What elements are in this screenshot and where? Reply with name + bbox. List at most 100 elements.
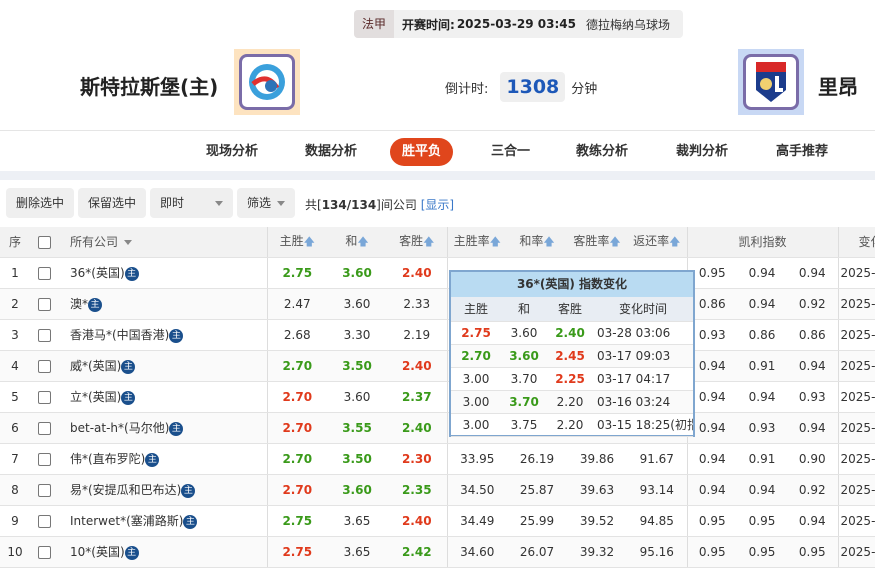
table-row[interactable]: 1 36*(英国) 主 2.75 3.60 2.40 0.95 0.94 0.94…: [0, 257, 875, 289]
table-row[interactable]: 4 威*(英国) 主 2.70 3.50 2.40 0.94 0.91 0.94 …: [0, 350, 875, 382]
table-row[interactable]: 6 bet-at-h*(马尔他) 主 2.70 3.55 2.40 0.94 0.…: [0, 412, 875, 444]
tab-1x2[interactable]: 胜平负: [390, 138, 454, 166]
home-odds: 2.68: [267, 319, 327, 351]
row-checkbox[interactable]: [30, 536, 58, 568]
popup-draw: 3.75: [501, 413, 547, 437]
kelly-draw: 0.94: [737, 474, 787, 506]
mode-select[interactable]: 即时: [150, 188, 233, 218]
col-draw[interactable]: 和🡅: [327, 227, 387, 258]
sort-up-icon: 🡅: [357, 234, 369, 248]
return-rate: 94.85: [627, 505, 687, 537]
popup-row: 3.00 3.70 2.20 03-16 03:24: [451, 390, 693, 414]
col-away-rate[interactable]: 客胜率🡅: [567, 227, 627, 258]
row-checkbox[interactable]: [30, 505, 58, 537]
row-checkbox[interactable]: [30, 412, 58, 444]
tab-three-in-one[interactable]: 三合一: [479, 138, 542, 166]
filter-dropdown[interactable]: 筛选: [237, 188, 296, 218]
table-row[interactable]: 9 Interwet*(塞浦路斯) 主 2.75 3.65 2.40 34.49 …: [0, 505, 875, 537]
col-home[interactable]: 主胜🡅: [267, 227, 327, 258]
away-team-logo[interactable]: [738, 49, 804, 115]
row-checkbox[interactable]: [30, 257, 58, 289]
col-company[interactable]: 所有公司: [58, 227, 268, 258]
row-checkbox[interactable]: [30, 288, 58, 320]
draw-rate: 26.07: [507, 536, 567, 568]
company-name[interactable]: 伟*(直布罗陀) 主: [58, 443, 268, 475]
table-row[interactable]: 8 易*(安提瓜和巴布达) 主 2.70 3.60 2.35 34.50 25.8…: [0, 474, 875, 506]
kickoff-time: 2025-03-29 03:45: [456, 17, 576, 31]
show-link[interactable]: [显示]: [421, 198, 454, 212]
kelly-draw: 0.91: [737, 350, 787, 382]
kelly-draw: 0.91: [737, 443, 787, 475]
tab-coach-analysis[interactable]: 教练分析: [564, 138, 640, 166]
delete-selected-button[interactable]: 删除选中: [6, 188, 75, 218]
change-time: 2025-0: [837, 350, 875, 382]
home-team-name[interactable]: 斯特拉斯堡(主): [80, 71, 218, 100]
away-rate: 39.86: [567, 443, 627, 475]
draw-odds: 3.60: [327, 288, 387, 320]
draw-rate: 26.19: [507, 443, 567, 475]
company-name[interactable]: 威*(英国) 主: [58, 350, 268, 382]
change-time: 2025-0: [837, 412, 875, 444]
league-tag[interactable]: 法甲: [354, 10, 395, 38]
select-all-checkbox[interactable]: [30, 227, 58, 258]
table-row[interactable]: 7 伟*(直布罗陀) 主 2.70 3.50 2.30 33.95 26.19 3…: [0, 443, 875, 475]
keep-selected-button[interactable]: 保留选中: [78, 188, 147, 218]
row-checkbox[interactable]: [30, 474, 58, 506]
change-time: 2025-0: [837, 536, 875, 568]
popup-draw: 3.60: [501, 321, 547, 345]
company-name[interactable]: 澳* 主: [58, 288, 268, 320]
col-away[interactable]: 客胜🡅: [387, 227, 447, 258]
home-rate: 34.49: [446, 505, 507, 537]
change-time: 2025-0: [837, 505, 875, 537]
popup-away: 2.20: [547, 390, 593, 414]
company-name[interactable]: bet-at-h*(马尔他) 主: [58, 412, 268, 444]
row-checkbox[interactable]: [30, 350, 58, 382]
away-odds: 2.42: [387, 536, 447, 568]
popup-home: 3.00: [451, 413, 501, 437]
home-team-logo[interactable]: [234, 49, 300, 115]
draw-odds: 3.60: [327, 381, 387, 413]
main-badge-icon: 主: [181, 483, 196, 498]
tab-live-analysis[interactable]: 现场分析: [194, 138, 270, 166]
company-name[interactable]: 立*(英国) 主: [58, 381, 268, 413]
col-draw-rate[interactable]: 和率🡅: [507, 227, 567, 258]
row-checkbox[interactable]: [30, 443, 58, 475]
row-checkbox[interactable]: [30, 381, 58, 413]
kelly-away: 0.92: [787, 288, 839, 320]
col-home-rate[interactable]: 主胜率🡅: [446, 227, 507, 258]
company-name[interactable]: Interwet*(塞浦路斯) 主: [58, 505, 268, 537]
col-return-rate[interactable]: 返还率🡅: [627, 227, 687, 258]
company-name[interactable]: 香港马*(中国香港) 主: [58, 319, 268, 351]
tab-referee-analysis[interactable]: 裁判分析: [664, 138, 740, 166]
table-row[interactable]: 5 立*(英国) 主 2.70 3.60 2.37 0.94 0.94 0.93 …: [0, 381, 875, 413]
company-name[interactable]: 10*(英国) 主: [58, 536, 268, 568]
away-team-name[interactable]: 里昂: [818, 71, 858, 100]
popup-time: 03-17 04:17: [593, 367, 693, 391]
company-name[interactable]: 36*(英国) 主: [58, 257, 268, 289]
row-checkbox[interactable]: [30, 319, 58, 351]
kelly-home: 0.95: [686, 505, 737, 537]
row-index: 8: [0, 474, 30, 506]
kelly-home: 0.94: [686, 474, 737, 506]
popup-time: 03-15 18:25(初指): [593, 413, 693, 437]
main-badge-icon: 主: [183, 514, 198, 529]
popup-home: 3.00: [451, 367, 501, 391]
kelly-home: 0.94: [686, 443, 737, 475]
table-row[interactable]: 3 香港马*(中国香港) 主 2.68 3.30 2.19 0.93 0.86 0…: [0, 319, 875, 351]
draw-rate: 25.87: [507, 474, 567, 506]
tab-expert-picks[interactable]: 高手推荐: [764, 138, 840, 166]
table-row[interactable]: 2 澳* 主 2.47 3.60 2.33 0.86 0.94 0.92 2025…: [0, 288, 875, 320]
home-odds: 2.47: [267, 288, 327, 320]
mode-value: 即时: [160, 196, 185, 210]
main-badge-icon: 主: [145, 452, 160, 467]
countdown-label: 倒计时:: [445, 81, 489, 97]
tab-data-analysis[interactable]: 数据分析: [293, 138, 369, 166]
kelly-away: 0.90: [787, 443, 839, 475]
company-name[interactable]: 易*(安提瓜和巴布达) 主: [58, 474, 268, 506]
popup-away: 2.20: [547, 413, 593, 437]
draw-odds: 3.65: [327, 505, 387, 537]
table-row[interactable]: 10 10*(英国) 主 2.75 3.65 2.42 34.60 26.07 3…: [0, 536, 875, 568]
main-badge-icon: 主: [88, 297, 103, 312]
kelly-draw: 0.95: [737, 505, 787, 537]
away-odds: 2.40: [387, 412, 447, 444]
